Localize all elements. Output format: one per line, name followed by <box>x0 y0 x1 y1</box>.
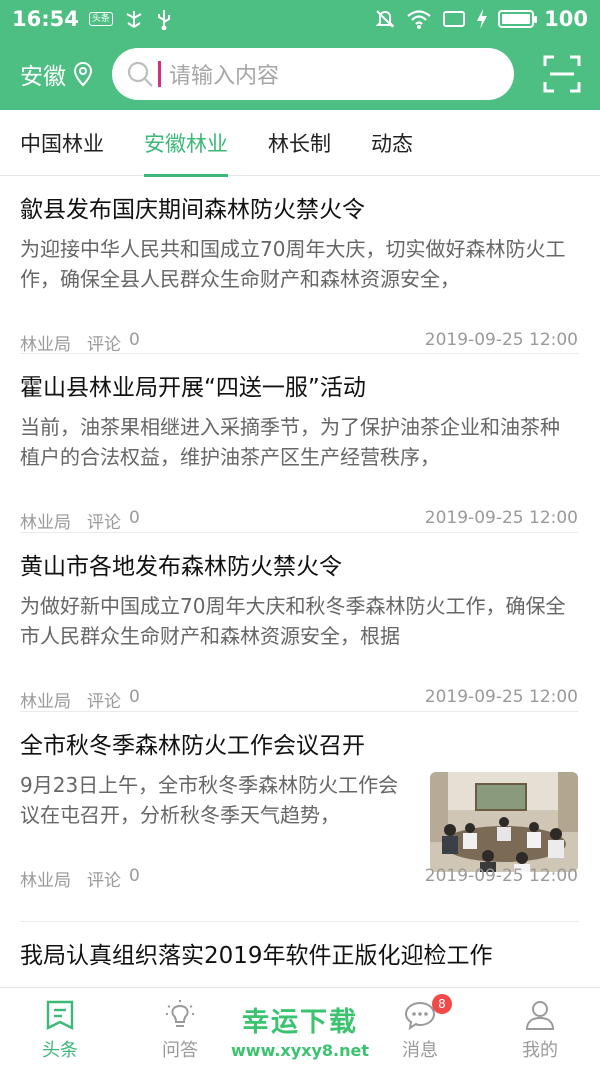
city-selector[interactable]: 安徽 <box>20 57 94 91</box>
usb-debug-icon <box>126 11 142 28</box>
news-source: 林业局 <box>20 871 71 891</box>
bulb-icon <box>166 1000 194 1027</box>
comment-label: 评论 <box>87 335 121 355</box>
news-summary: 为迎接中华人民共和国成立70周年大庆，切实做好森林防火工作，确保全县人民群众生命… <box>20 237 566 291</box>
headline-icon <box>46 1000 74 1030</box>
news-summary: 为做好新中国成立70周年大庆和秋冬季森林防火工作，确保全市人民群众生命财产和森林… <box>20 594 566 648</box>
news-thumbnail <box>430 772 578 872</box>
tab-china-forestry[interactable]: 中国林业 <box>20 110 104 176</box>
news-item[interactable]: 歙县发布国庆期间森林防火禁火令 为迎接中华人民共和国成立70周年大庆，切实做好森… <box>20 194 578 355</box>
comment-label: 评论 <box>87 513 121 533</box>
news-meta: 林业局 评论 0 2019-09-25 12:00 <box>20 687 578 712</box>
news-comments: 评论 0 <box>87 866 140 891</box>
category-tabs: 中国林业 安徽林业 林长制 动态 <box>0 110 600 177</box>
news-source: 林业局 <box>20 692 71 712</box>
news-title: 霍山县林业局开展“四送一服”活动 <box>20 375 366 401</box>
news-meta: 林业局 评论 0 2019-09-25 12:00 <box>20 508 578 533</box>
tab-news[interactable]: 动态 <box>371 110 413 176</box>
nav-headline[interactable]: 头条 <box>0 988 120 1067</box>
news-comments: 评论 0 <box>87 687 140 712</box>
search-input[interactable]: 请输入内容 <box>112 48 514 100</box>
comment-label: 评论 <box>87 871 121 891</box>
news-date: 2019-09-25 12:00 <box>424 330 578 350</box>
news-summary: 当前，油茶果相继进入采摘季节，为了保护油茶企业和油茶种植户的合法权益，维护油茶产… <box>20 415 560 469</box>
news-meta: 林业局 评论 0 2019-09-25 12:00 <box>20 866 578 891</box>
nav-profile[interactable]: 我的 <box>480 988 600 1067</box>
app-screen: 16:54 头条 100 安徽 请输入内容 中国林业 安徽林业 林长制 动态 歙… <box>0 0 600 1067</box>
comment-count: 0 <box>129 508 140 528</box>
app-header: 安徽 请输入内容 <box>0 38 600 110</box>
scan-icon[interactable] <box>542 54 582 94</box>
notification-badge-icon: 头条 <box>88 12 113 26</box>
usb-icon <box>157 10 170 30</box>
wifi-icon <box>407 10 431 29</box>
location-pin-icon <box>73 61 93 87</box>
news-source: 林业局 <box>20 513 71 533</box>
status-time: 16:54 <box>12 7 79 31</box>
battery-icon <box>498 10 538 28</box>
news-item[interactable]: 全市秋冬季森林防火工作会议召开 9月23日上午，全市秋冬季森林防火工作会议在屯召… <box>20 730 578 922</box>
comment-count: 0 <box>129 866 140 886</box>
news-date: 2019-09-25 12:00 <box>424 866 578 886</box>
news-comments: 评论 0 <box>87 330 140 355</box>
news-title: 黄山市各地发布森林防火禁火令 <box>20 554 342 580</box>
user-icon <box>525 1001 555 1030</box>
news-meta: 林业局 评论 0 2019-09-25 12:00 <box>20 330 578 355</box>
news-date: 2019-09-25 12:00 <box>424 687 578 707</box>
city-label: 安徽 <box>20 64 66 90</box>
divider <box>20 532 578 533</box>
news-title: 全市秋冬季森林防火工作会议召开 <box>20 733 365 759</box>
news-comments: 评论 0 <box>87 508 140 533</box>
nav-label: 消息 <box>402 1040 438 1061</box>
news-date: 2019-09-25 12:00 <box>424 508 578 528</box>
comment-label: 评论 <box>87 692 121 712</box>
news-title: 歙县发布国庆期间森林防火禁火令 <box>20 197 365 223</box>
tab-anhui-forestry[interactable]: 安徽林业 <box>144 110 228 177</box>
news-summary: 9月23日上午，全市秋冬季森林防火工作会议在屯召开，分析秋冬季天气趋势， <box>20 773 399 827</box>
search-placeholder: 请输入内容 <box>169 64 280 89</box>
screen-icon <box>443 11 466 27</box>
divider <box>20 711 578 712</box>
news-item[interactable]: 霍山县林业局开展“四送一服”活动 当前，油茶果相继进入采摘季节，为了保护油茶企业… <box>20 372 578 533</box>
watermark-title: 幸运下载 <box>242 1007 358 1038</box>
watermark-url: www.xyxy8.net <box>231 1041 369 1060</box>
divider <box>20 353 578 354</box>
comment-count: 0 <box>129 330 140 350</box>
status-bar: 16:54 头条 100 <box>0 0 600 38</box>
text-cursor <box>158 61 161 87</box>
mute-icon <box>375 10 395 28</box>
charging-icon <box>477 9 488 29</box>
nav-label: 头条 <box>42 1040 78 1061</box>
news-source: 林业局 <box>20 335 71 355</box>
battery-level-text: 100 <box>544 7 588 31</box>
news-title: 我局认真组织落实2019年软件正版化迎检工作 <box>20 943 493 969</box>
tab-forest-chief[interactable]: 林长制 <box>268 110 331 176</box>
news-item[interactable]: 我局认真组织落实2019年软件正版化迎检工作 <box>20 940 578 980</box>
comment-count: 0 <box>129 687 140 707</box>
nav-label: 问答 <box>162 1040 198 1061</box>
watermark: 幸运下载 www.xyxy8.net <box>220 1000 380 1062</box>
news-item[interactable]: 黄山市各地发布森林防火禁火令 为做好新中国成立70周年大庆和秋冬季森林防火工作，… <box>20 551 578 712</box>
message-badge: 8 <box>432 994 452 1014</box>
divider <box>20 921 578 922</box>
search-icon <box>127 61 153 87</box>
nav-label: 我的 <box>522 1040 558 1061</box>
